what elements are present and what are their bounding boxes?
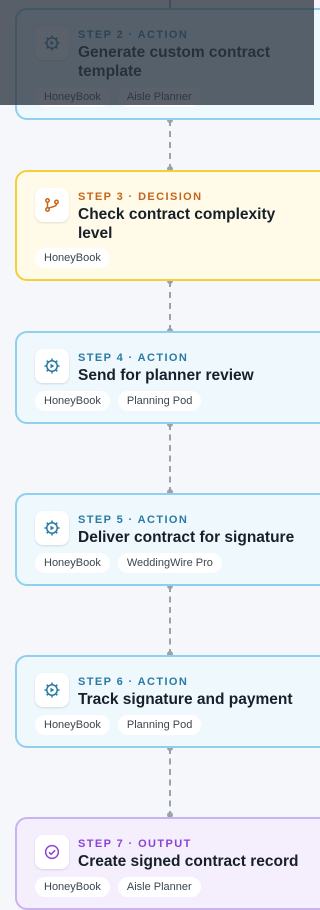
connector-line <box>169 748 171 817</box>
connector-line <box>169 0 171 8</box>
tool-tag: HoneyBook <box>35 391 110 411</box>
gear-play-icon <box>35 511 69 545</box>
tool-tags: HoneyBook Aisle Planner <box>35 87 201 107</box>
step-card-7[interactable]: STEP 7 · OUTPUT Create signed contract r… <box>15 817 320 910</box>
step-title: Create signed contract record <box>78 853 299 870</box>
tool-tag: HoneyBook <box>35 877 110 897</box>
step-card-6[interactable]: STEP 6 · ACTION Track signature and paym… <box>15 655 320 748</box>
step-card-3[interactable]: STEP 3 · DECISION Check contract complex… <box>15 170 320 281</box>
gear-play-icon <box>35 673 69 707</box>
tool-tag: HoneyBook <box>35 87 110 107</box>
tool-tag: Planning Pod <box>117 715 202 735</box>
connector-line <box>169 586 171 655</box>
step-eyebrow: STEP 4 · ACTION <box>78 352 189 364</box>
tool-tags: HoneyBook Planning Pod <box>35 715 202 735</box>
tool-tag: Planning Pod <box>117 391 202 411</box>
tool-tag: WeddingWire Pro <box>117 553 222 573</box>
gear-play-icon <box>35 349 69 383</box>
step-eyebrow: STEP 7 · OUTPUT <box>78 838 192 850</box>
tool-tag: Aisle Planner <box>117 877 201 897</box>
gear-play-icon <box>35 26 69 60</box>
step-title: Track signature and payment <box>78 691 293 708</box>
step-title: Check contract complexity level <box>78 206 276 242</box>
check-circle-icon <box>35 835 69 869</box>
connector-line <box>169 424 171 493</box>
tool-tag: Aisle Planner <box>117 87 201 107</box>
connector-line <box>169 120 171 170</box>
branch-icon <box>35 188 69 222</box>
tool-tags: HoneyBook Planning Pod <box>35 391 202 411</box>
connector-line <box>169 281 171 331</box>
tool-tags: HoneyBook <box>35 248 110 268</box>
step-title: Generate custom contract template <box>78 44 271 80</box>
tool-tags: HoneyBook WeddingWire Pro <box>35 553 222 573</box>
step-card-4[interactable]: STEP 4 · ACTION Send for planner review … <box>15 331 320 424</box>
tool-tag: HoneyBook <box>35 553 110 573</box>
tool-tag: HoneyBook <box>35 715 110 735</box>
step-eyebrow: STEP 5 · ACTION <box>78 514 189 526</box>
tool-tag: HoneyBook <box>35 248 110 268</box>
step-eyebrow: STEP 6 · ACTION <box>78 676 189 688</box>
step-card-2[interactable]: STEP 2 · ACTION Generate custom contract… <box>15 8 320 120</box>
step-card-5[interactable]: STEP 5 · ACTION Deliver contract for sig… <box>15 493 320 586</box>
step-title: Deliver contract for signature <box>78 529 295 546</box>
tool-tags: HoneyBook Aisle Planner <box>35 877 201 897</box>
step-eyebrow: STEP 2 · ACTION <box>78 29 189 41</box>
step-title: Send for planner review <box>78 367 254 384</box>
step-eyebrow: STEP 3 · DECISION <box>78 191 203 203</box>
